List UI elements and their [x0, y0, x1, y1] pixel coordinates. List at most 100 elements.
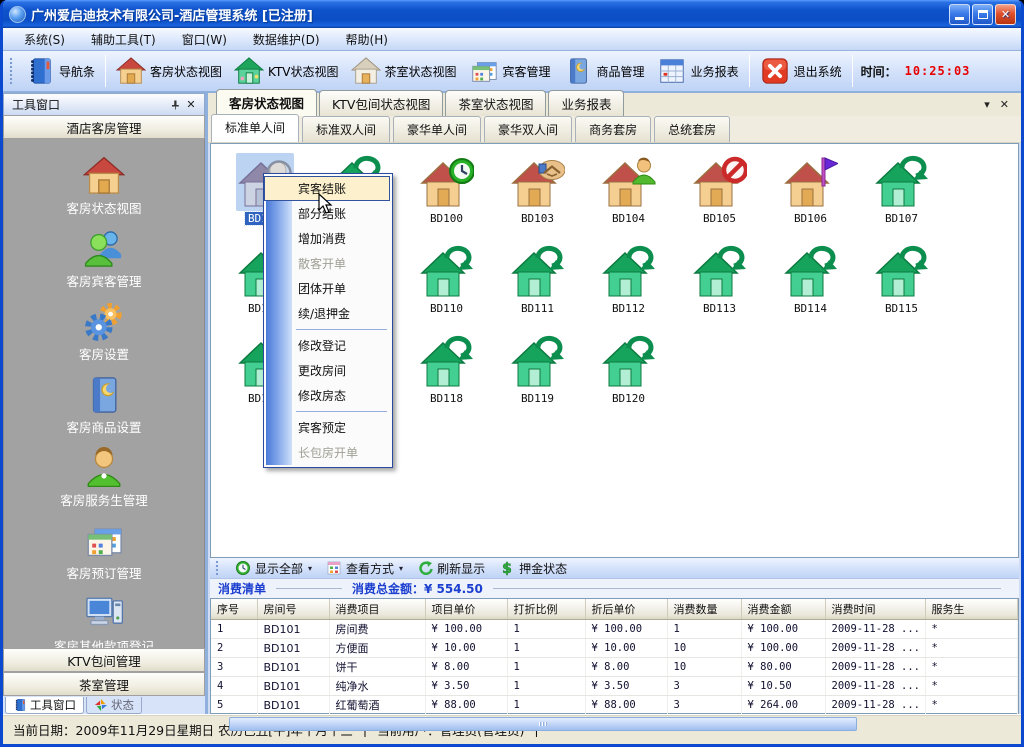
room-BD105[interactable]: BD105	[674, 151, 765, 241]
sidebar-item-4[interactable]: 客房服务生管理	[60, 447, 148, 509]
minimize-button[interactable]	[949, 4, 970, 25]
toolbar-grip[interactable]	[9, 57, 13, 85]
action-button-2[interactable]: 刷新显示	[417, 560, 485, 577]
room-BD118[interactable]: BD118	[401, 331, 492, 421]
sidebar-item-5[interactable]: 客房预订管理	[66, 520, 141, 582]
actions-grip[interactable]	[215, 560, 219, 576]
context-menu-item-5[interactable]: 续/退押金	[264, 301, 390, 326]
time-label: 时间：	[861, 63, 897, 80]
action-button-1[interactable]: 查看方式▾	[326, 560, 403, 577]
document-tab-0[interactable]: 客房状态视图	[216, 89, 317, 116]
table-row-0[interactable]: 1BD101房间费¥ 100.001¥ 100.001¥ 100.002009-…	[211, 620, 1018, 639]
context-menu-item-3[interactable]: 散客开单	[264, 251, 390, 276]
context-menu-item-9[interactable]: 修改房态	[264, 383, 390, 408]
dropdown-arrow-icon[interactable]: ▾	[399, 564, 403, 573]
scrollbar-thumb[interactable]	[229, 717, 857, 731]
toolbar-button-report-cal[interactable]: 业务报表	[651, 54, 745, 88]
actions-toolbar: 显示全部▾ 查看方式▾ 刷新显示 $押金状态	[210, 558, 1019, 579]
context-menu-item-2[interactable]: 增加消费	[264, 226, 390, 251]
room-BD100[interactable]: BD100	[401, 151, 492, 241]
room-type-tab-5[interactable]: 总统套房	[654, 116, 730, 142]
document-tab-1[interactable]: KTV包间状态视图	[319, 90, 443, 116]
room-BD107[interactable]: BD107	[856, 151, 947, 241]
room-BD112[interactable]: BD112	[583, 241, 674, 331]
table-cell: ¥ 264.00	[741, 696, 825, 715]
toolbar-button-house-white[interactable]: 茶室状态视图	[345, 54, 463, 88]
context-menu-item-8[interactable]: 更改房间	[264, 358, 390, 383]
context-menu-item-4[interactable]: 团体开单	[264, 276, 390, 301]
toolbar-button-book-blue[interactable]: 商品管理	[557, 54, 651, 88]
divider	[493, 588, 1001, 589]
consumption-total-value: ¥ 554.50	[424, 582, 483, 596]
toolbar-button-navbook[interactable]: 导航条	[19, 54, 101, 88]
toolbar-button-house-green[interactable]: KTV状态视图	[228, 54, 344, 88]
room-type-tab-3[interactable]: 豪华双人间	[484, 116, 572, 142]
room-BD119[interactable]: BD119	[492, 331, 583, 421]
sidebar-item-3[interactable]: 客房商品设置	[66, 374, 141, 436]
room-BD113[interactable]: BD113	[674, 241, 765, 331]
room-BD111[interactable]: BD111	[492, 241, 583, 331]
close-panel-button[interactable]: ✕	[183, 97, 199, 113]
sidebar-item-2[interactable]: 客房设置	[79, 301, 129, 363]
tab-close-icon[interactable]: ✕	[1000, 98, 1009, 111]
room-type-tab-4[interactable]: 商务套房	[575, 116, 651, 142]
sidebar-group-bottom-1[interactable]: 茶室管理	[3, 672, 205, 696]
table-cell: 3	[667, 677, 741, 696]
sidebar-bottom-tab-1[interactable]: 状态	[86, 697, 142, 714]
sidebar-bottom-tab-0[interactable]: 工具窗口	[5, 697, 84, 714]
toolbar-button-calendar-color[interactable]: 宾客管理	[463, 54, 557, 88]
room-BD110[interactable]: BD110	[401, 241, 492, 331]
room-icon	[509, 333, 567, 391]
room-type-tab-2[interactable]: 豪华单人间	[393, 116, 481, 142]
sidebar-group-hotel-rooms[interactable]: 酒店客房管理	[3, 115, 205, 139]
table-cell: BD101	[257, 658, 329, 677]
column-header-1: 房间号	[257, 599, 329, 620]
maximize-button[interactable]	[972, 4, 993, 25]
room-icon	[691, 243, 749, 301]
table-row-3[interactable]: 4BD101纯净水¥ 3.501¥ 3.503¥ 10.502009-11-28…	[211, 677, 1018, 696]
calendar-color-icon	[469, 56, 499, 86]
sidebar-item-6[interactable]: 客房其他款项登记	[54, 593, 154, 648]
menu-item-2[interactable]: 窗口(W)	[171, 28, 238, 51]
room-BD120[interactable]: BD120	[583, 331, 674, 421]
toolbar-button-exit-red[interactable]: 退出系统	[754, 54, 848, 88]
action-button-0[interactable]: 显示全部▾	[235, 560, 312, 577]
document-tab-2[interactable]: 茶室状态视图	[445, 90, 546, 116]
menu-item-0[interactable]: 系统(S)	[13, 28, 76, 51]
menu-item-1[interactable]: 辅助工具(T)	[80, 28, 167, 51]
toolbar-button-house-red[interactable]: 客房状态视图	[110, 54, 228, 88]
action-button-3[interactable]: $押金状态	[499, 560, 567, 577]
room-BD104[interactable]: BD104	[583, 151, 674, 241]
room-BD106[interactable]: BD106	[765, 151, 856, 241]
context-menu-item-11[interactable]: 宾客预定	[264, 415, 390, 440]
room-BD114[interactable]: BD114	[765, 241, 856, 331]
tool-window-title: 工具窗口	[12, 96, 60, 113]
table-cell: ¥ 3.50	[585, 677, 667, 696]
pin-button[interactable]	[167, 97, 183, 113]
context-menu: 宾客结账部分结账增加消费散客开单团体开单续/退押金修改登记更改房间修改房态宾客预…	[263, 173, 393, 468]
table-row-1[interactable]: 2BD101方便面¥ 10.001¥ 10.0010¥ 100.002009-1…	[211, 639, 1018, 658]
context-menu-item-12[interactable]: 长包房开单	[264, 440, 390, 465]
sidebar-group-bottom-0[interactable]: KTV包间管理	[3, 648, 205, 672]
table-cell: ¥ 80.00	[741, 658, 825, 677]
room-BD103[interactable]: BD103	[492, 151, 583, 241]
menu-item-4[interactable]: 帮助(H)	[335, 28, 399, 51]
table-row-2[interactable]: 3BD101饼干¥ 8.001¥ 8.0010¥ 80.002009-11-28…	[211, 658, 1018, 677]
sidebar-item-1[interactable]: 客房宾客管理	[66, 228, 141, 290]
sidebar-item-0[interactable]: 客房状态视图	[66, 155, 141, 217]
document-tabs: 客房状态视图KTV包间状态视图茶室状态视图业务报表▾✕	[208, 93, 1021, 116]
close-button[interactable]: ✕	[995, 4, 1016, 25]
column-header-7: 消费金额	[741, 599, 825, 620]
context-menu-item-7[interactable]: 修改登记	[264, 333, 390, 358]
tab-list-dropdown-icon[interactable]: ▾	[984, 98, 990, 111]
table-row-4[interactable]: 5BD101红葡萄酒¥ 88.001¥ 88.003¥ 264.002009-1…	[211, 696, 1018, 715]
dropdown-arrow-icon[interactable]: ▾	[308, 564, 312, 573]
pin-icon	[169, 99, 181, 111]
title-bar[interactable]: 广州爱启迪技术有限公司-酒店管理系统 [已注册] ✕	[3, 0, 1021, 28]
menu-item-3[interactable]: 数据维护(D)	[242, 28, 331, 51]
room-type-tab-0[interactable]: 标准单人间	[211, 114, 299, 142]
room-BD115[interactable]: BD115	[856, 241, 947, 331]
table-cell: 纯净水	[329, 677, 425, 696]
document-tab-3[interactable]: 业务报表	[548, 90, 624, 116]
room-type-tab-1[interactable]: 标准双人间	[302, 116, 390, 142]
